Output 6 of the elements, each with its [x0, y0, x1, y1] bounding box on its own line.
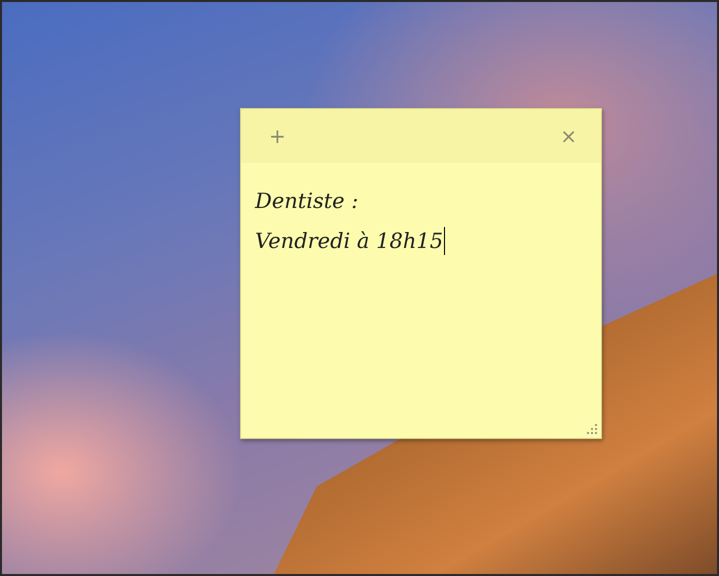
- add-note-button[interactable]: +: [265, 126, 290, 146]
- note-text: Dentiste :: [255, 189, 358, 213]
- text-cursor: [444, 227, 446, 255]
- close-button[interactable]: ×: [556, 126, 581, 146]
- resize-grip-icon[interactable]: [587, 424, 597, 434]
- note-text: Vendredi à 18h15: [255, 229, 444, 253]
